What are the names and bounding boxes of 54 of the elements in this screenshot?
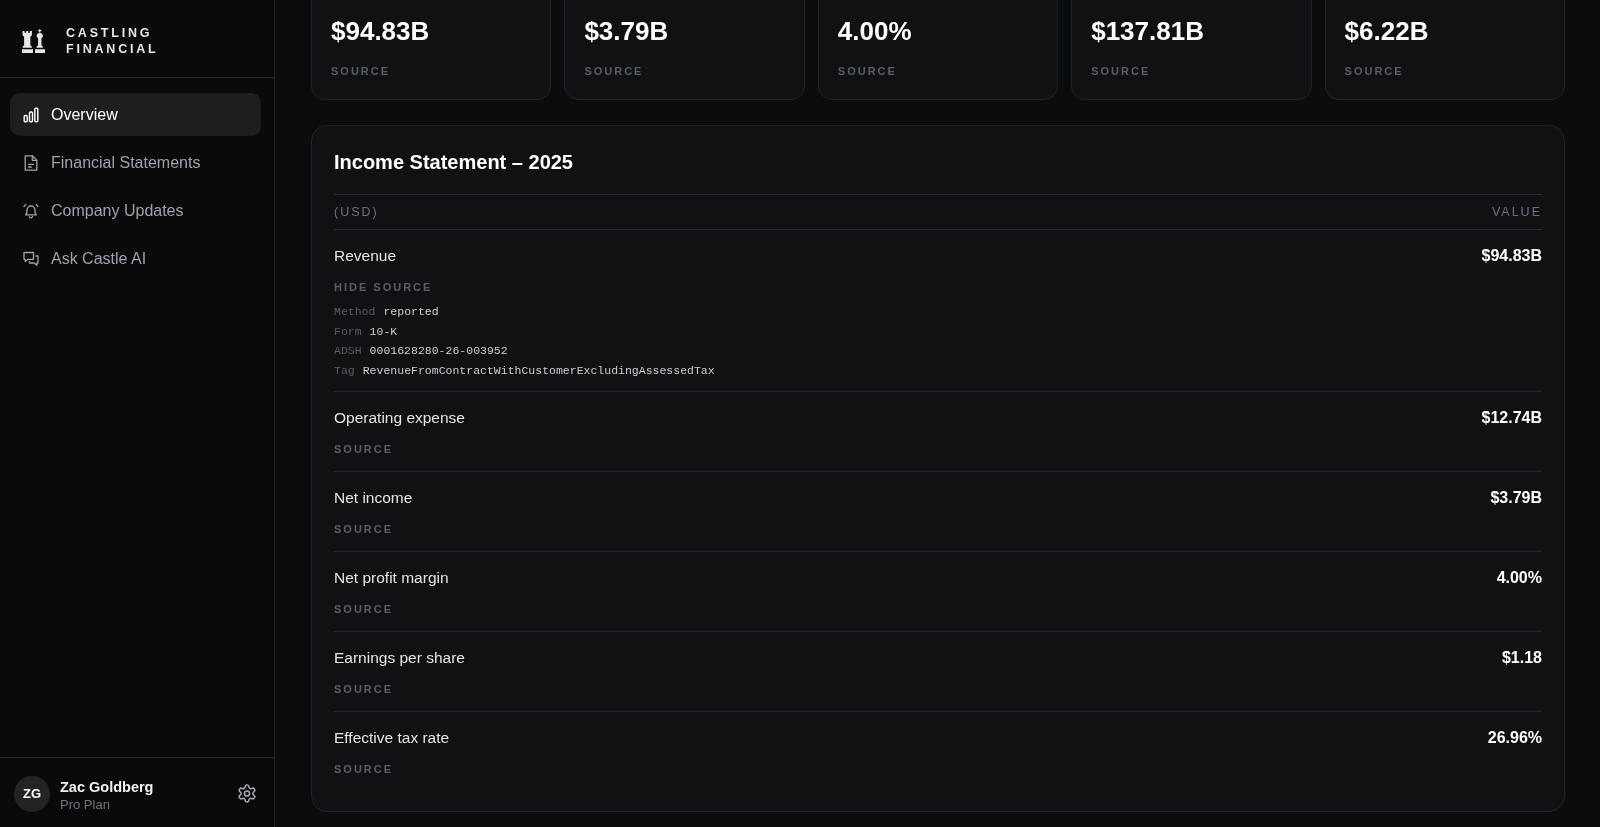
source-field-label: Tag bbox=[334, 362, 355, 379]
sidebar-nav-item[interactable]: Financial Statements bbox=[10, 141, 261, 184]
source-link[interactable]: SOURCE bbox=[1344, 64, 1404, 78]
source-field-value: RevenueFromContractWithCustomerExcludingAssessedTax bbox=[362, 362, 715, 379]
user-plan: Pro Plan bbox=[60, 795, 111, 813]
metric-value: $94.83B bbox=[331, 16, 430, 46]
source-toggle[interactable]: SOURCE bbox=[334, 762, 394, 777]
column-header: (USD) bbox=[334, 204, 379, 220]
row-label: Operating expense bbox=[334, 408, 465, 429]
settings-icon bbox=[238, 784, 256, 803]
row-value: 26.96% bbox=[1487, 728, 1542, 749]
row-value: $3.79B bbox=[1490, 488, 1542, 509]
sidebar-nav-item[interactable]: Company Updates bbox=[10, 189, 261, 232]
source-field-label: Form bbox=[334, 323, 362, 340]
chess-pieces-icon bbox=[22, 29, 45, 53]
source-link[interactable]: SOURCE bbox=[331, 64, 391, 78]
source-toggle[interactable]: SOURCE bbox=[334, 522, 394, 537]
bar-chart-icon bbox=[23, 106, 39, 123]
user-avatar: ZG bbox=[14, 775, 50, 812]
source-field-label: Method bbox=[334, 304, 376, 320]
row-value: $12.74B bbox=[1481, 408, 1542, 429]
row-label: Revenue bbox=[334, 246, 397, 266]
source-toggle[interactable]: SOURCE bbox=[334, 682, 394, 697]
sidebar-nav-item[interactable]: Ask Castle AI bbox=[10, 237, 261, 280]
row-label: Net income bbox=[334, 488, 413, 509]
row-label: Net profit margin bbox=[334, 568, 449, 589]
chat-bubbles-icon bbox=[23, 250, 39, 267]
row-value: $1.18 bbox=[1501, 648, 1542, 669]
source-toggle[interactable]: SOURCE bbox=[334, 442, 394, 457]
row-label: Effective tax rate bbox=[334, 728, 450, 749]
brand-name: CASTLING FINANCIAL bbox=[66, 25, 160, 57]
source-link[interactable]: SOURCE bbox=[1091, 64, 1151, 78]
row-label: Earnings per share bbox=[334, 648, 465, 669]
metric-value: $6.22B bbox=[1344, 16, 1429, 46]
user-name: Zac Goldberg bbox=[60, 777, 155, 796]
bell-icon bbox=[23, 202, 39, 219]
row-value: $94.83B bbox=[1481, 246, 1542, 266]
metric-value: $137.81B bbox=[1091, 16, 1204, 46]
source-field-label: ADSH bbox=[334, 343, 362, 360]
source-field-value: 0001628280-26-003952 bbox=[369, 343, 508, 360]
metric-value: $3.79B bbox=[584, 16, 669, 46]
source-link[interactable]: SOURCE bbox=[584, 64, 644, 78]
source-toggle[interactable]: SOURCE bbox=[334, 602, 394, 617]
panel-title: Income Statement – 2025 bbox=[334, 150, 574, 175]
source-link[interactable]: SOURCE bbox=[837, 64, 897, 78]
source-field-value: 10-K bbox=[369, 323, 398, 340]
sidebar-nav-item[interactable]: Overview bbox=[10, 93, 261, 136]
source-toggle[interactable]: HIDE SOURCE bbox=[334, 280, 433, 294]
row-value: 4.00% bbox=[1496, 568, 1542, 589]
settings-button[interactable] bbox=[238, 784, 256, 803]
metric-value: 4.00% bbox=[837, 16, 912, 46]
source-field-value: reported bbox=[383, 304, 439, 320]
column-header: VALUE bbox=[1491, 204, 1542, 220]
document-icon bbox=[24, 154, 38, 171]
